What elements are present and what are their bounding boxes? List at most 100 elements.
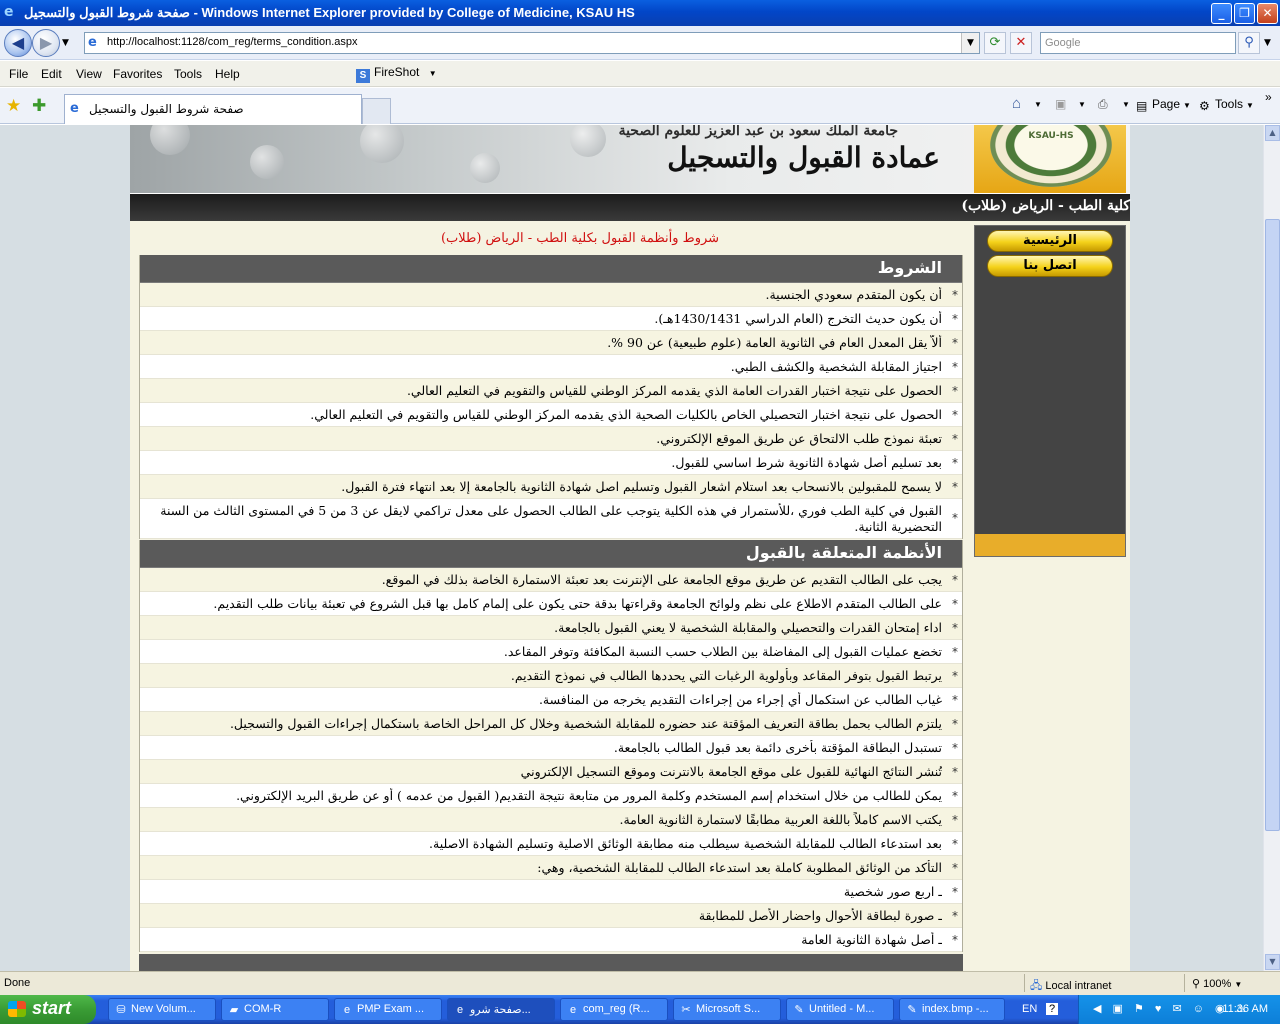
chevron-down-icon: ▼ [1183, 101, 1191, 110]
search-options-icon[interactable]: ▼ [1264, 38, 1271, 48]
home-icon[interactable]: ⌂ [1012, 95, 1021, 112]
address-dropdown-icon[interactable]: ▼ [961, 33, 979, 53]
paint-icon: ✎ [907, 1004, 917, 1016]
college-name: (كلية الطب - الرياض (طلاب [961, 198, 1130, 214]
menu-view[interactable]: View [76, 67, 102, 81]
zoom-control[interactable]: ⚲ 100% ▼ [1192, 977, 1242, 990]
scroll-up-icon[interactable]: ▲ [1265, 125, 1280, 141]
vertical-scrollbar[interactable]: ▲ ▼ [1263, 125, 1280, 971]
taskbar-item[interactable]: e com_reg (R... [560, 998, 668, 1021]
list-item: * ـ أصل شهادة الثانوية العامة [140, 928, 962, 952]
list-item: * تعبئة نموذج طلب الالتحاق عن طريق الموقع… [140, 427, 962, 451]
university-logo: KSAU-HS [990, 125, 1112, 187]
drive-icon: ⛁ [116, 1004, 126, 1016]
system-tray: ◀ ▣ ⚑ ♥ ✉ ☺ ◉ ⚠ 11:36 AM [1078, 995, 1280, 1024]
list-item: * القبول في كلية الطب فوري ،للأستمرار في … [140, 499, 962, 539]
tools-icon: ✂ [681, 1004, 691, 1016]
zoom-level: 100% [1203, 978, 1232, 990]
college-bar: (كلية الطب - الرياض (طلاب [130, 193, 1130, 221]
ie-icon: e [4, 4, 14, 20]
taskbar-item[interactable]: ✂ Microsoft S... [673, 998, 781, 1021]
minimize-button[interactable]: _ [1211, 3, 1232, 24]
window-title: صفحة شروط القبول والتسجيل - Windows Inte… [24, 5, 635, 20]
favorites-star-icon[interactable]: ★ [6, 96, 21, 116]
home-dropdown-icon[interactable]: ▼ [1034, 100, 1042, 109]
toolbar-overflow-icon[interactable]: » [1265, 90, 1272, 104]
tab-row: ★ ✚ e صفحة شروط القبول والتسجيل ⌂ ▼ ▣ ▼ … [0, 88, 1280, 124]
scroll-down-icon[interactable]: ▼ [1265, 954, 1280, 970]
taskbar-item[interactable]: ✎ index.bmp -... [899, 998, 1005, 1021]
start-button[interactable]: start [0, 995, 96, 1024]
taskbar-item[interactable]: e PMP Exam ... [334, 998, 442, 1021]
taskbar-item[interactable]: ⛁ New Volum... [108, 998, 216, 1021]
menu-tools[interactable]: Tools [174, 67, 202, 81]
sidebar-menu: الرئيسية اتصل بنا [974, 225, 1126, 557]
close-button[interactable]: ✕ [1257, 3, 1278, 24]
menu-help[interactable]: Help [215, 67, 240, 81]
menu-edit[interactable]: Edit [41, 67, 62, 81]
list-item: * بعد تسليم أصل شهادة الثانوية شرط اساسي … [140, 451, 962, 475]
ie-icon: e [456, 1004, 464, 1016]
folder-icon: ▰ [229, 1004, 239, 1016]
windows-logo-icon [8, 1001, 26, 1017]
ie-icon: e [569, 1004, 577, 1016]
chevron-down-icon: ▼ [1234, 980, 1243, 989]
taskbar-item[interactable]: e صفحة شرو... [447, 998, 555, 1021]
new-tab-button[interactable] [362, 98, 391, 124]
list-item: * اجتياز المقابلة الشخصية والكشف الطبي. [140, 355, 962, 379]
add-favorites-icon[interactable]: ✚ [32, 96, 46, 116]
taskbar-item[interactable]: ✎ Untitled - M... [786, 998, 894, 1021]
sidebar-footer [975, 534, 1125, 556]
language-indicator[interactable]: EN [1022, 1003, 1037, 1015]
recent-pages-dropdown-icon[interactable]: ▼ [62, 38, 69, 48]
title-bar: e صفحة شروط القبول والتسجيل - Windows In… [0, 0, 1280, 26]
help-icon[interactable]: ? [1046, 1003, 1059, 1015]
start-label: start [32, 998, 72, 1018]
search-placeholder: Google [1045, 37, 1081, 49]
list-item: * بعد استدعاء الطالب للمقابلة الشخصية سيط… [140, 832, 962, 856]
feeds-icon[interactable]: ▣ [1055, 97, 1066, 111]
home-button[interactable]: الرئيسية [987, 230, 1113, 252]
menu-file[interactable]: File [9, 67, 28, 81]
ie-icon: e [343, 1004, 351, 1016]
scroll-thumb[interactable] [1265, 219, 1280, 831]
address-toolbar: ◀ ▶ ▼ e http://localhost:1128/com_reg/te… [0, 26, 1280, 60]
refresh-icon[interactable]: ⟳ [984, 32, 1006, 54]
list-item: * ألاّ يقل المعدل العام في الثانوية العام… [140, 331, 962, 355]
fireshot-button[interactable]: S FireShot ▼ [356, 65, 437, 83]
search-icon[interactable]: ⚲ [1238, 32, 1260, 54]
print-icon[interactable]: ⎙ [1098, 97, 1108, 112]
search-input[interactable]: Google [1040, 32, 1236, 54]
feeds-dropdown-icon[interactable]: ▼ [1078, 100, 1086, 109]
list-item: * أن يكون حديث التخرج (العام الدراسي 1430… [140, 307, 962, 331]
print-dropdown-icon[interactable]: ▼ [1122, 100, 1130, 109]
forward-button[interactable]: ▶ [32, 29, 60, 57]
stop-icon[interactable]: ✕ [1010, 32, 1032, 54]
url-text: http://localhost:1128/com_reg/terms_cond… [107, 36, 358, 48]
menu-favorites[interactable]: Favorites [113, 67, 162, 81]
gear-icon: ⚙ [1199, 99, 1210, 113]
taskbar-item[interactable]: ▰ COM-R [221, 998, 329, 1021]
page-menu-label: Page [1152, 97, 1181, 111]
list-item: * ـ اربع صور شخصية [140, 880, 962, 904]
logo-panel: KSAU-HS [974, 125, 1126, 193]
maximize-button[interactable]: ❐ [1234, 3, 1255, 24]
contact-us-button[interactable]: اتصل بنا [987, 255, 1113, 277]
zoom-icon: ⚲ [1192, 978, 1201, 990]
list-item: * يجب على الطالب التقديم عن طريق موقع الج… [140, 568, 962, 592]
list-item: * تستبدل البطاقة المؤقتة بأخرى دائمة بعد … [140, 736, 962, 760]
chevron-down-icon: ▼ [1246, 101, 1254, 110]
taskbar: start ⛁ New Volum... ▰ COM-R e PMP Exam ...… [0, 995, 1280, 1024]
status-text: Done [4, 977, 31, 989]
tools-menu-button[interactable]: ⚙ Tools ▼ [1199, 97, 1254, 113]
fireshot-icon: S [356, 69, 370, 83]
list-item: * تخضع عمليات القبول إلى المفاضلة بين الط… [140, 640, 962, 664]
list-item: * التأكد من الوثائق المطلوبة كاملة بعد اس… [140, 856, 962, 880]
page-menu-button[interactable]: ▤ Page ▼ [1136, 97, 1191, 113]
address-input[interactable]: e http://localhost:1128/com_reg/terms_co… [84, 32, 980, 54]
browser-tab[interactable]: e صفحة شروط القبول والتسجيل [64, 94, 362, 124]
list-item: * أن يكون المتقدم سعودي الجنسية. [140, 283, 962, 307]
list-item: * يمكن للطالب من خلال استخدام إسم المستخد… [140, 784, 962, 808]
page-icon: e [88, 35, 97, 50]
back-button[interactable]: ◀ [4, 29, 32, 57]
